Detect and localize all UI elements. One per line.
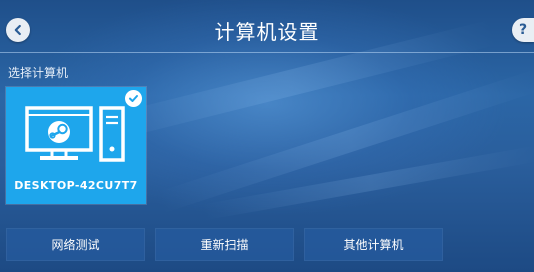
rescan-label: 重新扫描	[200, 238, 249, 252]
page-title: 计算机设置	[214, 20, 320, 44]
computer-name: DESKTOP-42CU7T7	[14, 179, 138, 192]
background-streak	[156, 68, 534, 214]
other-computers-button[interactable]: 其他计算机	[304, 228, 443, 261]
rescan-button[interactable]: 重新扫描	[155, 228, 294, 261]
header-divider	[0, 52, 534, 53]
help-icon: ?	[518, 22, 528, 38]
network-test-label: 网络测试	[51, 238, 100, 252]
help-button[interactable]: ?	[512, 18, 534, 42]
computer-tile[interactable]: DESKTOP-42CU7T7	[6, 87, 146, 204]
background-streak	[201, 145, 534, 221]
desktop-computer-steam-icon	[25, 106, 125, 162]
network-test-button[interactable]: 网络测试	[6, 228, 145, 261]
section-label: 选择计算机	[8, 66, 69, 80]
other-computers-label: 其他计算机	[343, 238, 404, 252]
